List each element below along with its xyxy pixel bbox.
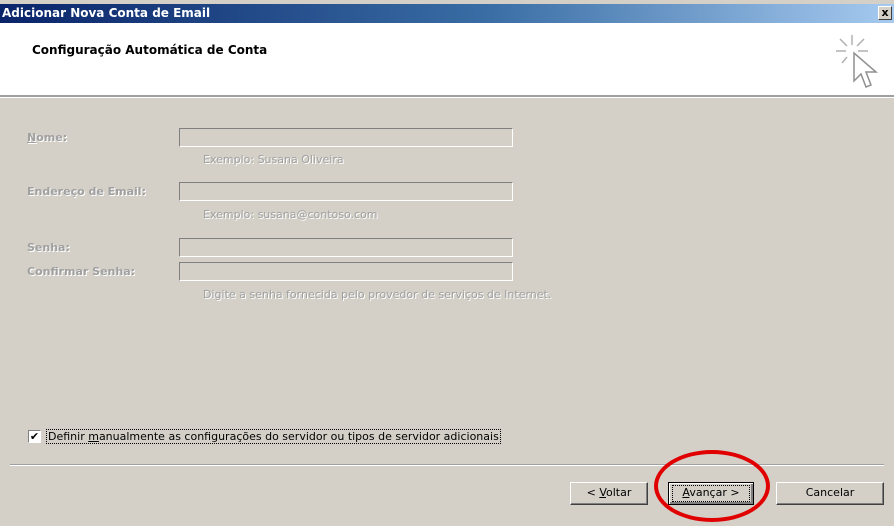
- window-title: Adicionar Nova Conta de Email: [2, 6, 211, 20]
- name-label: Nome:: [27, 131, 68, 144]
- password-label: Senha:: [27, 241, 70, 254]
- title-bar[interactable]: Adicionar Nova Conta de Email x: [0, 4, 894, 23]
- name-hint: Exemplo: Susana Oliveira: [203, 153, 344, 166]
- email-hint: Exemplo: susana@contoso.com: [203, 208, 378, 221]
- name-field[interactable]: [179, 128, 513, 147]
- magic-cursor-icon: [836, 35, 879, 88]
- focus-ring: [672, 485, 750, 502]
- page-title: Configuração Automática de Conta: [32, 43, 268, 57]
- confirm-password-label: Confirmar Senha:: [27, 265, 136, 278]
- cancel-button[interactable]: Cancelar: [776, 482, 884, 505]
- dialog-body: Nome: Exemplo: Susana Oliveira Endereço …: [0, 98, 894, 526]
- wizard-header: Configuração Automática de Conta: [0, 23, 894, 95]
- footer-divider: [10, 464, 884, 466]
- email-field[interactable]: [179, 182, 513, 201]
- add-email-account-dialog: Adicionar Nova Conta de Email x Configur…: [0, 0, 894, 526]
- confirm-password-field[interactable]: [179, 262, 513, 281]
- close-button[interactable]: x: [878, 6, 892, 20]
- back-button[interactable]: < Voltar: [570, 482, 648, 505]
- manual-config-label[interactable]: Definir manualmente as configurações do …: [46, 428, 501, 444]
- manual-config-checkbox[interactable]: ✔: [28, 429, 41, 443]
- next-button[interactable]: Avançar >: [668, 482, 754, 505]
- password-field[interactable]: [179, 238, 513, 257]
- email-label: Endereço de Email:: [27, 185, 146, 198]
- manual-config-option[interactable]: ✔ Definir manualmente as configurações d…: [28, 428, 501, 444]
- password-hint: Digite a senha fornecida pelo provedor d…: [203, 288, 552, 301]
